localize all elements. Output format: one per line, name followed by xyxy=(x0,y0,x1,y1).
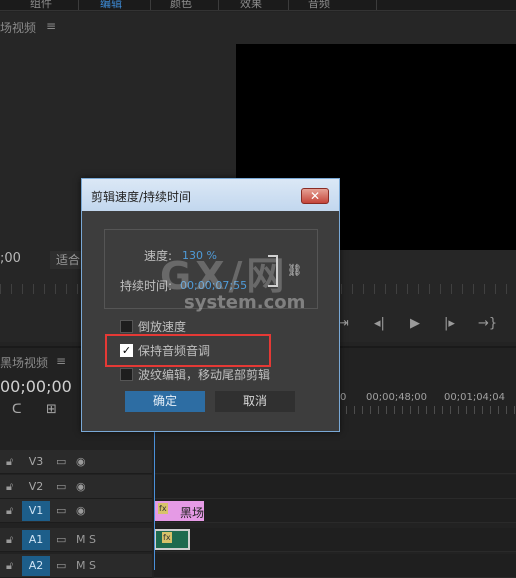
tab-audio[interactable]: 音频 xyxy=(308,0,330,11)
reverse-speed-label[interactable]: 倒放速度 xyxy=(138,318,186,335)
track-lane[interactable] xyxy=(154,450,516,474)
tab-effects[interactable]: 效果 xyxy=(240,0,262,11)
track-lane[interactable] xyxy=(154,554,516,578)
track-name[interactable]: V3 xyxy=(22,452,50,472)
insert-icon[interactable]: →} xyxy=(478,316,497,331)
tab-editing[interactable]: 编辑 xyxy=(100,0,122,11)
sync-lock-icon[interactable]: ▭ xyxy=(56,504,66,517)
fx-badge: fx xyxy=(162,532,172,543)
ruler-time-label: 0 xyxy=(340,392,347,403)
eye-icon[interactable]: ◉ xyxy=(76,455,86,468)
snap-icon[interactable]: ᑕ xyxy=(12,402,22,417)
tab-assembly[interactable]: 组件 xyxy=(30,0,52,11)
eye-icon[interactable]: ◉ xyxy=(76,504,86,517)
track-v2: 🔓︎ V2 ▭ ◉ xyxy=(0,475,516,499)
linked-selection-icon[interactable]: ⊞ xyxy=(46,402,57,417)
track-header: 🔓︎ A1 ▭ M S xyxy=(0,528,152,552)
lock-icon[interactable]: 🔓︎ xyxy=(6,480,13,494)
video-clip[interactable]: fx 黑场 xyxy=(154,501,204,521)
panel-menu-icon[interactable]: ≡ xyxy=(46,19,56,33)
step-forward-icon[interactable]: |▸ xyxy=(444,316,455,331)
lock-icon[interactable]: 🔓︎ xyxy=(6,455,13,469)
timeline-title[interactable]: 黑场视频 xyxy=(0,354,48,371)
track-name[interactable]: A2 xyxy=(22,556,50,576)
sync-lock-icon[interactable]: ▭ xyxy=(56,533,66,546)
track-name[interactable]: A1 xyxy=(22,530,50,550)
track-a2: 🔓︎ A2 ▭ M S xyxy=(0,554,516,578)
sync-lock-icon[interactable]: ▭ xyxy=(56,559,66,572)
highlight-box xyxy=(105,334,271,367)
track-header: 🔓︎ V2 ▭ ◉ xyxy=(0,475,152,499)
track-lane[interactable] xyxy=(154,475,516,499)
clip-label: 黑场 xyxy=(180,506,205,520)
lock-icon[interactable]: 🔓︎ xyxy=(6,504,13,518)
lock-icon[interactable]: 🔓︎ xyxy=(6,533,13,547)
audio-clip[interactable]: fx xyxy=(154,529,190,550)
reverse-speed-checkbox[interactable] xyxy=(120,320,133,333)
fx-badge: fx xyxy=(158,503,168,514)
workspace-bar: 组件 编辑 颜色 效果 音频 xyxy=(0,0,516,11)
source-panel-title[interactable]: 场视频 xyxy=(0,19,36,36)
play-icon[interactable]: ▶ xyxy=(410,316,420,331)
ok-button[interactable]: 确定 xyxy=(125,391,205,412)
tab-divider xyxy=(78,0,79,10)
mute-solo-buttons[interactable]: M S xyxy=(76,559,96,572)
close-icon[interactable]: ✕ xyxy=(301,188,329,204)
cancel-button[interactable]: 取消 xyxy=(215,391,295,412)
sync-lock-icon[interactable]: ▭ xyxy=(56,455,66,468)
source-timecode[interactable]: ;00 xyxy=(0,251,21,266)
lock-icon[interactable]: 🔓︎ xyxy=(6,559,13,573)
track-a1: 🔓︎ A1 ▭ M S fx xyxy=(0,528,516,552)
tab-divider xyxy=(150,0,151,10)
eye-icon[interactable]: ◉ xyxy=(76,480,86,493)
track-lane[interactable]: fx xyxy=(154,528,516,552)
track-v3: 🔓︎ V3 ▭ ◉ xyxy=(0,450,516,474)
tab-color[interactable]: 颜色 xyxy=(170,0,192,11)
ruler-time-label: 00;00;48;00 xyxy=(366,392,428,403)
track-header: 🔓︎ A2 ▭ M S xyxy=(0,554,152,578)
step-back-icon[interactable]: ◂| xyxy=(374,316,385,331)
tab-divider xyxy=(288,0,289,10)
track-header: 🔓︎ V3 ▭ ◉ xyxy=(0,450,152,474)
timeline-timecode[interactable]: 00;00;00 xyxy=(0,377,72,396)
track-name[interactable]: V1 xyxy=(22,501,50,521)
dialog-title: 剪辑速度/持续时间 xyxy=(91,190,192,204)
tab-divider xyxy=(376,0,377,10)
tab-divider xyxy=(218,0,219,10)
sync-lock-icon[interactable]: ▭ xyxy=(56,480,66,493)
track-header: 🔓︎ V1 ▭ ◉ xyxy=(0,499,152,523)
ruler-time-label: 00;01;04;04 xyxy=(444,392,506,403)
track-lane[interactable]: fx 黑场 xyxy=(154,499,516,523)
track-name[interactable]: V2 xyxy=(22,477,50,497)
watermark-text: system.com xyxy=(184,292,306,313)
dialog-titlebar[interactable]: 剪辑速度/持续时间 ✕ xyxy=(82,179,339,211)
link-icon[interactable]: ⛓ xyxy=(287,263,302,277)
ripple-edit-label[interactable]: 波纹编辑，移动尾部剪辑 xyxy=(138,366,270,383)
timeline-menu-icon[interactable]: ≡ xyxy=(56,354,66,368)
mute-solo-buttons[interactable]: M S xyxy=(76,533,96,546)
track-v1: 🔓︎ V1 ▭ ◉ fx 黑场 xyxy=(0,499,516,523)
ripple-edit-checkbox[interactable] xyxy=(120,368,133,381)
